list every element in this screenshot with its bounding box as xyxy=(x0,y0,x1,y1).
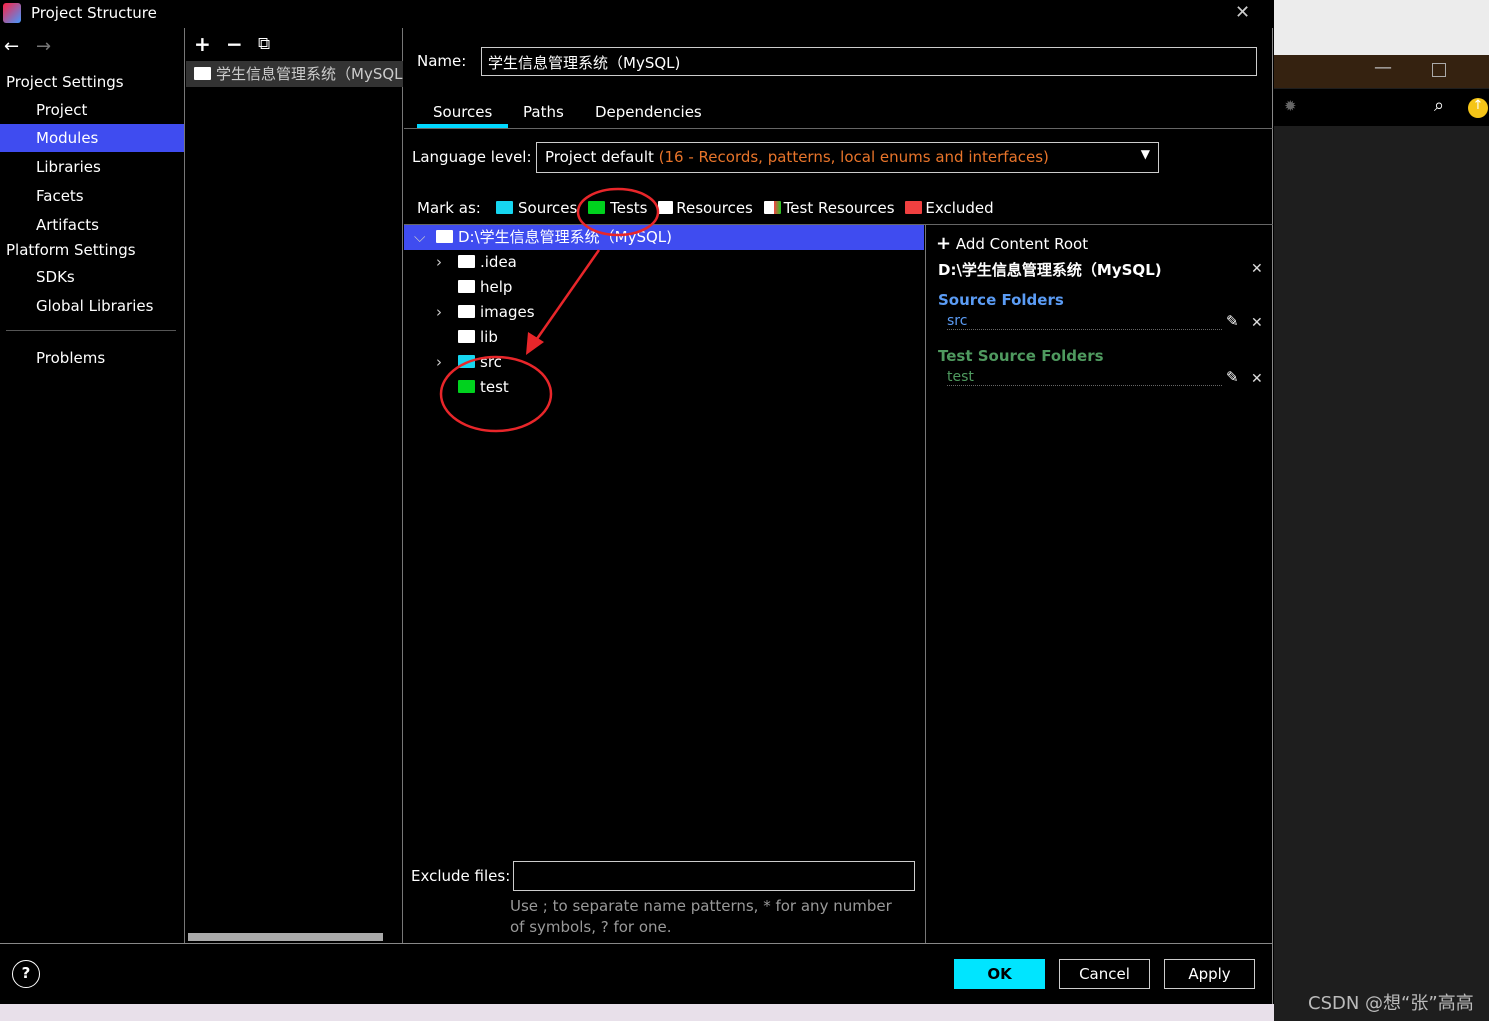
content-root-path: D:\学生信息管理系统（MySQL) xyxy=(938,261,1162,279)
annotation-circle-test xyxy=(439,355,553,433)
module-item[interactable]: 学生信息管理系统（MySQL) xyxy=(186,61,403,87)
title-bar: Project Structure ✕ xyxy=(0,0,1273,28)
mark-resources-label: Resources xyxy=(676,199,753,217)
chevron-down-icon: ▼ xyxy=(1140,147,1150,161)
add-module-button[interactable]: + xyxy=(194,32,211,56)
test-folder-item: test xyxy=(947,369,1222,386)
mark-test-resources-label: Test Resources xyxy=(783,199,895,217)
horizontal-scrollbar[interactable] xyxy=(188,933,383,941)
nav-artifacts[interactable]: Artifacts xyxy=(0,211,184,239)
update-icon[interactable]: ↑ xyxy=(1468,98,1488,118)
background-app: — ✹ ⌕ ↑ CSDN @想“张”高高 xyxy=(1274,0,1489,1021)
app-logo-icon xyxy=(3,3,21,23)
content-roots-panel: + Add Content Root D:\学生信息管理系统（MySQL) ✕ … xyxy=(925,225,1273,943)
footer-divider xyxy=(0,943,1273,944)
tab-divider xyxy=(404,128,1273,129)
annotation-arrow xyxy=(530,249,601,347)
nav-sdks[interactable]: SDKs xyxy=(0,263,184,291)
annotation-circle-tests xyxy=(576,187,660,237)
nav-project[interactable]: Project xyxy=(0,96,184,124)
platform-settings-header: Platform Settings xyxy=(6,241,136,259)
test-folder-label: test xyxy=(947,369,974,385)
language-level-label: Language level: xyxy=(412,148,532,166)
annotation-overlay xyxy=(439,187,660,433)
settings-nav: ← → Project Settings Project Modules Lib… xyxy=(0,28,185,943)
edit-pencil-icon[interactable]: ✎ xyxy=(1226,368,1239,386)
add-content-root-label: Add Content Root xyxy=(955,235,1089,253)
exclude-files-hint: Use ; to separate name patterns, * for a… xyxy=(510,897,892,936)
forward-button[interactable]: → xyxy=(36,36,51,57)
mark-resources-button[interactable]: Resources xyxy=(658,199,753,217)
ok-button[interactable]: OK xyxy=(954,959,1045,989)
remove-root-button[interactable]: ✕ xyxy=(1251,261,1263,277)
nav-facets[interactable]: Facets xyxy=(0,182,184,210)
name-label: Name: xyxy=(417,52,467,70)
language-value: Project default xyxy=(545,148,654,166)
tab-paths[interactable]: Paths xyxy=(523,103,564,121)
mark-test-resources-button[interactable]: Test Resources xyxy=(763,199,895,217)
language-detail: (16 - Records, patterns, local enums and… xyxy=(658,148,1049,166)
plus-icon: + xyxy=(936,233,952,254)
nav-problems[interactable]: Problems xyxy=(0,344,184,372)
project-structure-dialog: ← → Project Settings Project Modules Lib… xyxy=(0,28,1273,1004)
copy-module-button[interactable]: ⧉ xyxy=(258,34,270,54)
project-settings-header: Project Settings xyxy=(6,73,124,91)
close-window-button[interactable]: ✕ xyxy=(1235,2,1250,23)
exclude-files-input[interactable] xyxy=(513,861,915,891)
source-folder-label: src xyxy=(947,313,968,329)
nav-global-libraries[interactable]: Global Libraries xyxy=(0,292,184,320)
window-title: Project Structure xyxy=(31,4,157,22)
name-input[interactable]: 学生信息管理系统（MySQL) xyxy=(481,47,1257,76)
remove-test-folder-button[interactable]: ✕ xyxy=(1251,371,1263,387)
mark-excluded-label: Excluded xyxy=(925,199,994,217)
test-resources-folder-icon xyxy=(763,201,781,214)
test-source-folders-header: Test Source Folders xyxy=(938,347,1104,365)
exclude-files-label: Exclude files: xyxy=(411,867,511,885)
tab-dependencies[interactable]: Dependencies xyxy=(595,103,702,121)
cancel-button[interactable]: Cancel xyxy=(1059,959,1150,989)
source-folders-header: Source Folders xyxy=(938,291,1064,309)
language-level-select[interactable]: Project default (16 - Records, patterns,… xyxy=(536,142,1159,173)
module-list-panel: + − ⧉ 学生信息管理系统（MySQL) xyxy=(186,28,403,943)
module-name: 学生信息管理系统（MySQL) xyxy=(216,65,403,83)
nav-libraries[interactable]: Libraries xyxy=(0,153,184,181)
help-button[interactable]: ? xyxy=(12,960,40,988)
remove-module-button[interactable]: − xyxy=(226,32,243,56)
add-content-root-button[interactable]: + Add Content Root xyxy=(936,233,1088,254)
nav-modules[interactable]: Modules xyxy=(0,124,184,152)
taskbar-strip xyxy=(0,1004,1274,1021)
tab-sources[interactable]: Sources xyxy=(433,103,492,121)
nav-divider xyxy=(6,330,176,331)
watermark: CSDN @想“张”高高 xyxy=(1308,993,1474,1014)
annotation-arrowhead xyxy=(526,332,544,355)
excluded-folder-icon xyxy=(905,201,923,214)
edit-pencil-icon[interactable]: ✎ xyxy=(1226,312,1239,330)
remove-source-folder-button[interactable]: ✕ xyxy=(1251,315,1263,331)
module-folder-icon xyxy=(194,67,211,80)
search-icon[interactable]: ⌕ xyxy=(1434,95,1444,116)
back-button[interactable]: ← xyxy=(4,36,19,57)
source-folder-item: src xyxy=(947,313,1222,330)
mark-excluded-button[interactable]: Excluded xyxy=(905,199,994,217)
apply-button[interactable]: Apply xyxy=(1164,959,1255,989)
bug-icon[interactable]: ✹ xyxy=(1284,97,1297,115)
